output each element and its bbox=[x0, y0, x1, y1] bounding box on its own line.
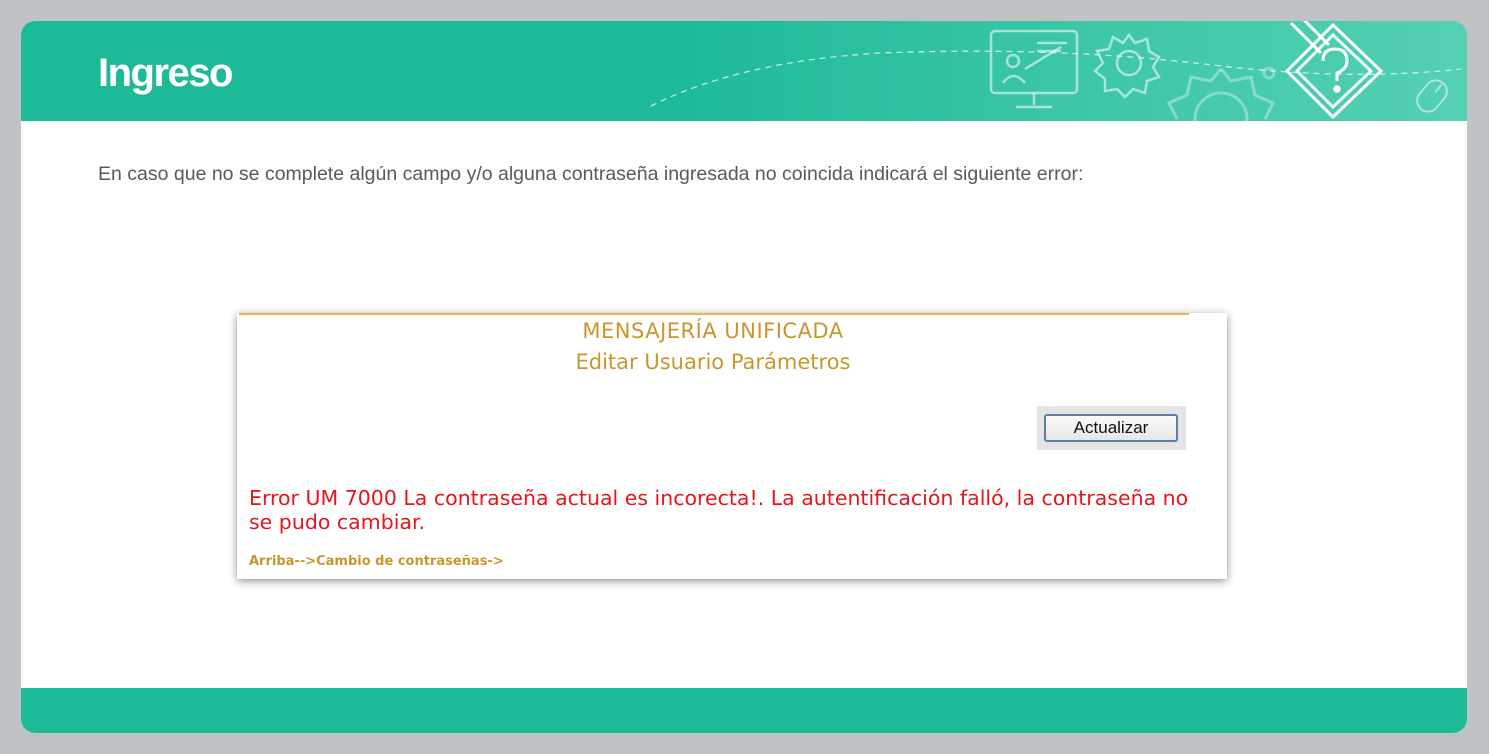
update-button[interactable]: Actualizar bbox=[1044, 414, 1178, 442]
app-title: MENSAJERÍA UNIFICADA bbox=[582, 319, 844, 343]
pencil-question-icon bbox=[1284, 21, 1384, 120]
intro-text: En caso que no se complete algún campo y… bbox=[98, 163, 1084, 185]
monitor-presentation-icon bbox=[989, 29, 1079, 109]
slide-card: Ingreso En caso que no se complete algún… bbox=[21, 21, 1467, 733]
button-container: Actualizar bbox=[1037, 406, 1186, 450]
top-divider bbox=[239, 313, 1189, 315]
footer-bar bbox=[21, 688, 1467, 733]
page-title: Ingreso bbox=[98, 51, 233, 95]
gear-icon bbox=[1093, 32, 1161, 99]
header-decoration bbox=[650, 21, 1462, 121]
header-banner: Ingreso bbox=[21, 21, 1467, 121]
breadcrumb-link[interactable]: Arriba-->Cambio de contraseñas-> bbox=[249, 554, 504, 569]
error-message: Error UM 7000 La contraseña actual es in… bbox=[249, 486, 1189, 534]
app-subtitle: Editar Usuario Parámetros bbox=[575, 350, 851, 374]
error-screenshot: MENSAJERÍA UNIFICADA Editar Usuario Pará… bbox=[237, 313, 1227, 579]
mouse-icon bbox=[1416, 79, 1448, 113]
large-gear-icon bbox=[1166, 66, 1276, 121]
